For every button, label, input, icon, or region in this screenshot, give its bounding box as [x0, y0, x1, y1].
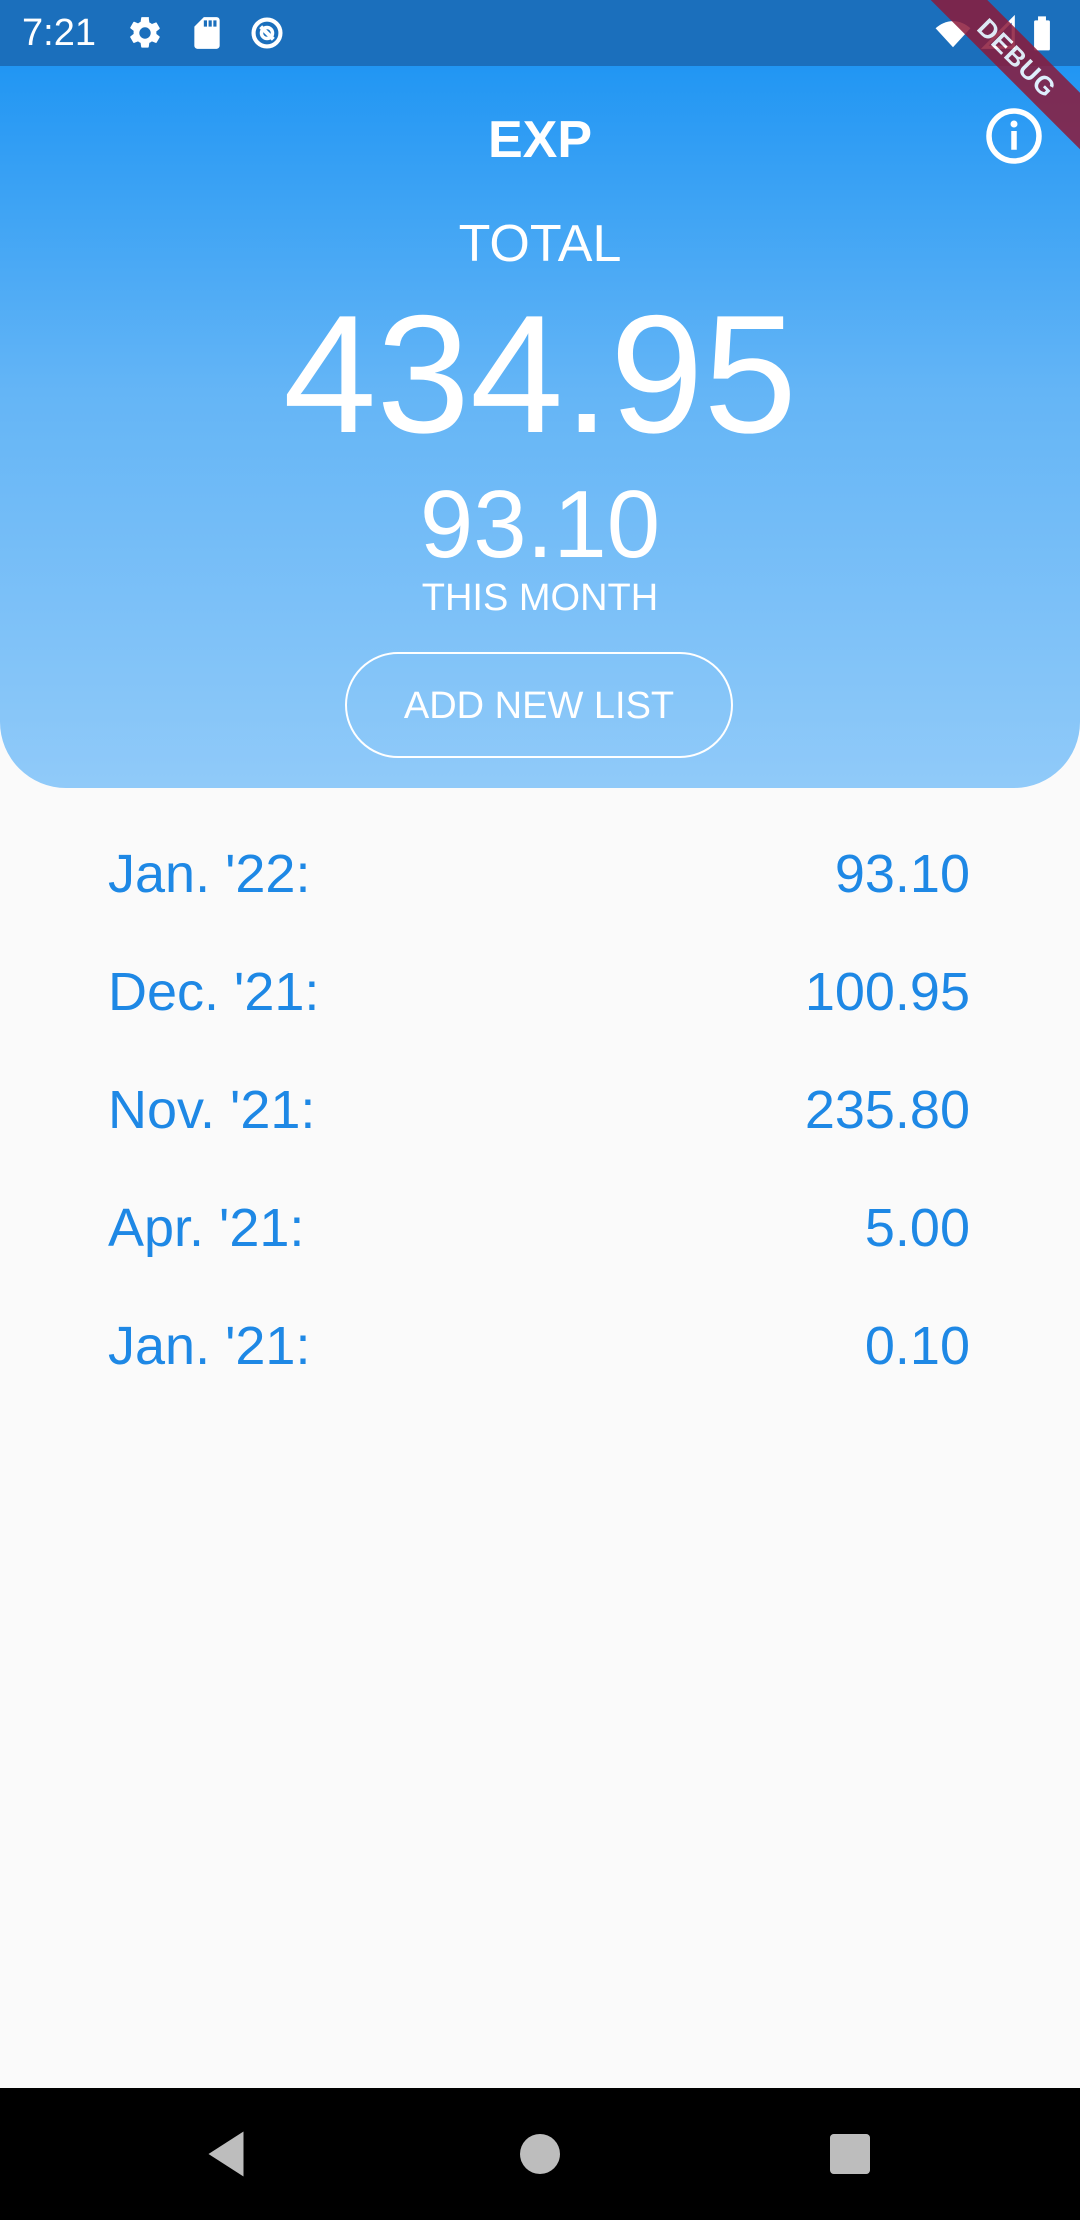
status-bar: 7:21 — [0, 0, 1080, 66]
add-new-list-button[interactable]: ADD NEW LIST — [345, 652, 733, 758]
debug-banner: DEBUG — [920, 0, 1080, 160]
sync-icon — [248, 14, 286, 52]
month-amount: 93.10 — [834, 844, 970, 904]
month-label: Apr. '21: — [108, 1198, 305, 1258]
list-item[interactable]: Jan. '22: 93.10 — [108, 818, 970, 936]
month-label: Jan. '22: — [108, 844, 311, 904]
this-month-label: THIS MONTH — [421, 577, 659, 619]
recents-icon — [820, 2124, 880, 2184]
home-button[interactable] — [510, 2124, 570, 2184]
list-item[interactable]: Apr. '21: 5.00 — [108, 1172, 970, 1290]
list-item[interactable]: Jan. '21: 0.10 — [108, 1290, 970, 1408]
settings-icon — [126, 14, 164, 52]
month-amount: 5.00 — [864, 1198, 970, 1258]
app-title: EXP — [487, 111, 593, 169]
monthly-list: Jan. '22: 93.10 Dec. '21: 100.95 Nov. '2… — [108, 818, 970, 1408]
home-icon — [510, 2124, 570, 2184]
month-amount: 100.95 — [804, 962, 970, 1022]
list-item[interactable]: Dec. '21: 100.95 — [108, 936, 970, 1054]
back-button[interactable] — [196, 2124, 256, 2184]
app-screen: 7:21 EXP TOTAL 434.95 93.10 THIS MONTH A… — [0, 0, 1080, 2220]
summary-header: EXP TOTAL 434.95 93.10 THIS MONTH ADD NE… — [0, 66, 1080, 788]
month-amount: 235.80 — [804, 1080, 970, 1140]
list-item[interactable]: Nov. '21: 235.80 — [108, 1054, 970, 1172]
total-value: 434.95 — [283, 280, 797, 468]
back-icon — [196, 2124, 256, 2184]
total-label: TOTAL — [458, 215, 622, 273]
debug-banner-label: DEBUG — [921, 0, 1080, 154]
month-label: Nov. '21: — [108, 1080, 316, 1140]
this-month-value: 93.10 — [419, 471, 661, 578]
sd-card-icon — [188, 14, 226, 52]
month-amount: 0.10 — [864, 1316, 970, 1376]
status-time: 7:21 — [22, 12, 96, 54]
system-nav-bar — [0, 2088, 1080, 2220]
month-label: Jan. '21: — [108, 1316, 311, 1376]
recents-button[interactable] — [820, 2124, 880, 2184]
month-label: Dec. '21: — [108, 962, 320, 1022]
